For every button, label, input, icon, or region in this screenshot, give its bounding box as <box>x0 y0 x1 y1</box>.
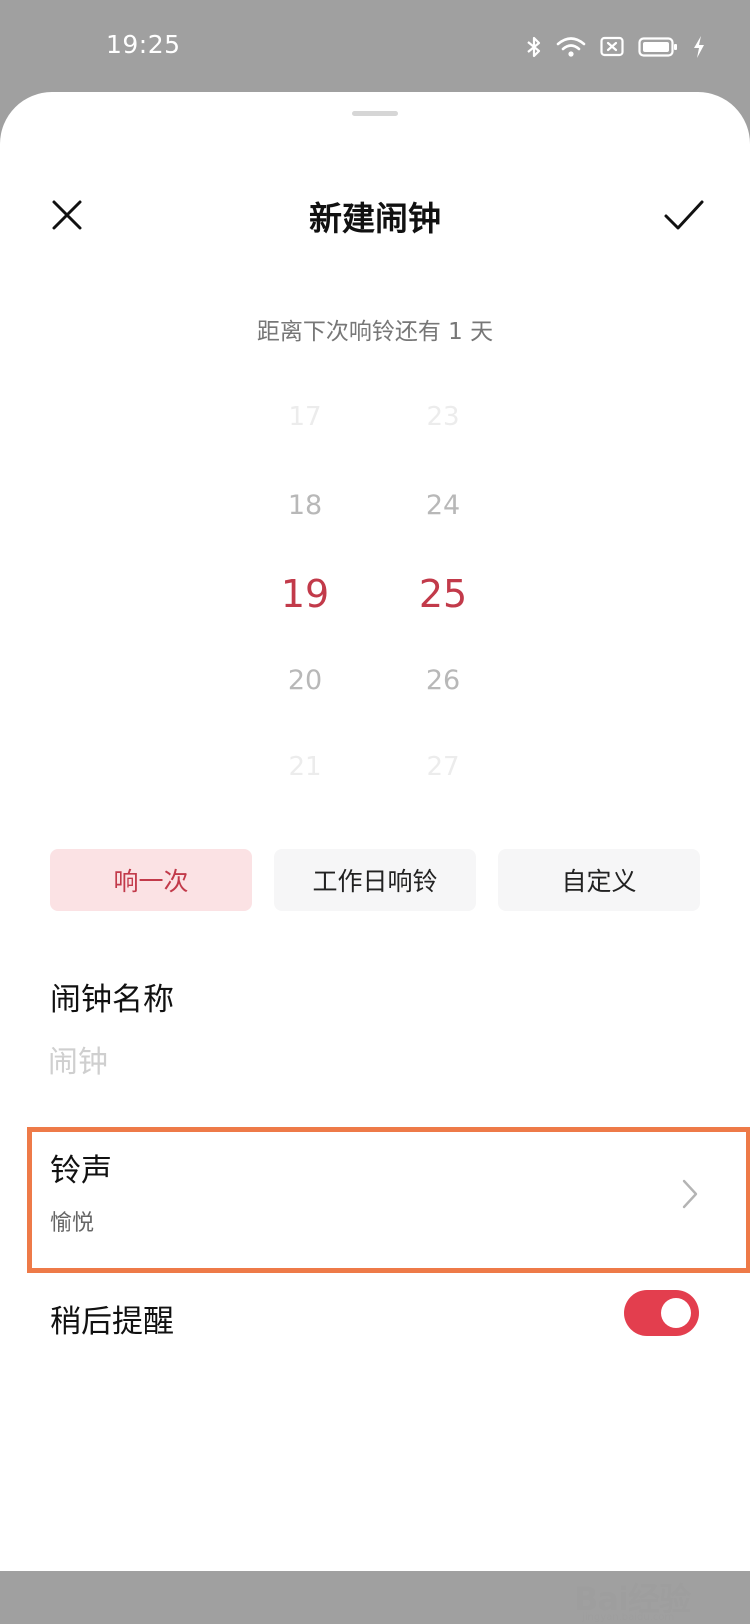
status-icons <box>526 32 706 62</box>
minute-option[interactable]: 24 <box>383 490 503 521</box>
repeat-custom-button[interactable]: 自定义 <box>498 849 700 911</box>
ringtone-row[interactable]: 铃声 愉悦 <box>32 1128 742 1274</box>
hour-picker[interactable]: 17 18 19 20 21 <box>245 392 365 812</box>
minute-option[interactable]: 23 <box>383 402 503 432</box>
hour-option[interactable]: 20 <box>245 665 365 696</box>
alarm-name-label: 闹钟名称 <box>50 982 174 1018</box>
repeat-once-button[interactable]: 响一次 <box>50 849 252 911</box>
status-time: 19:25 <box>106 30 181 59</box>
ringtone-value: 愉悦 <box>50 1211 95 1236</box>
battery-icon <box>638 36 678 58</box>
hour-option[interactable]: 17 <box>245 402 365 432</box>
minute-picker[interactable]: 23 24 25 26 27 <box>383 392 503 812</box>
wifi-icon <box>556 36 586 58</box>
alarm-name-input[interactable] <box>48 1037 688 1087</box>
selected-hour[interactable]: 19 <box>245 572 365 616</box>
sheet-grabber[interactable] <box>352 111 398 116</box>
status-bar: 19:25 <box>0 0 750 92</box>
repeat-workdays-button[interactable]: 工作日响铃 <box>274 849 476 911</box>
next-ring-countdown: 距离下次响铃还有 1 天 <box>256 319 494 345</box>
new-alarm-sheet: 新建闹钟 距离下次响铃还有 1 天 17 18 19 20 21 23 24 2… <box>0 92 750 1623</box>
page-title: 新建闹钟 <box>309 199 441 238</box>
toggle-knob <box>661 1298 691 1328</box>
watermark-url: jingyan.baidu.com <box>582 1612 675 1623</box>
minute-option[interactable]: 26 <box>383 665 503 696</box>
bluetooth-icon <box>526 35 542 59</box>
sim-icon <box>600 36 624 58</box>
charging-icon <box>692 35 706 59</box>
selected-minute[interactable]: 25 <box>383 572 503 616</box>
chevron-right-icon <box>680 1178 700 1214</box>
check-icon <box>663 198 705 236</box>
hour-option[interactable]: 18 <box>245 490 365 521</box>
baidu-jingyan-watermark: Bai经验 jingyan.baidu.com <box>574 1564 714 1624</box>
repeat-options: 响一次 工作日响铃 自定义 <box>50 849 700 911</box>
ringtone-label: 铃声 <box>50 1153 112 1189</box>
minute-option[interactable]: 27 <box>383 752 503 782</box>
snooze-toggle[interactable] <box>624 1290 699 1336</box>
confirm-button[interactable] <box>656 190 712 244</box>
snooze-label: 稍后提醒 <box>50 1304 174 1340</box>
hour-option[interactable]: 21 <box>245 752 365 782</box>
